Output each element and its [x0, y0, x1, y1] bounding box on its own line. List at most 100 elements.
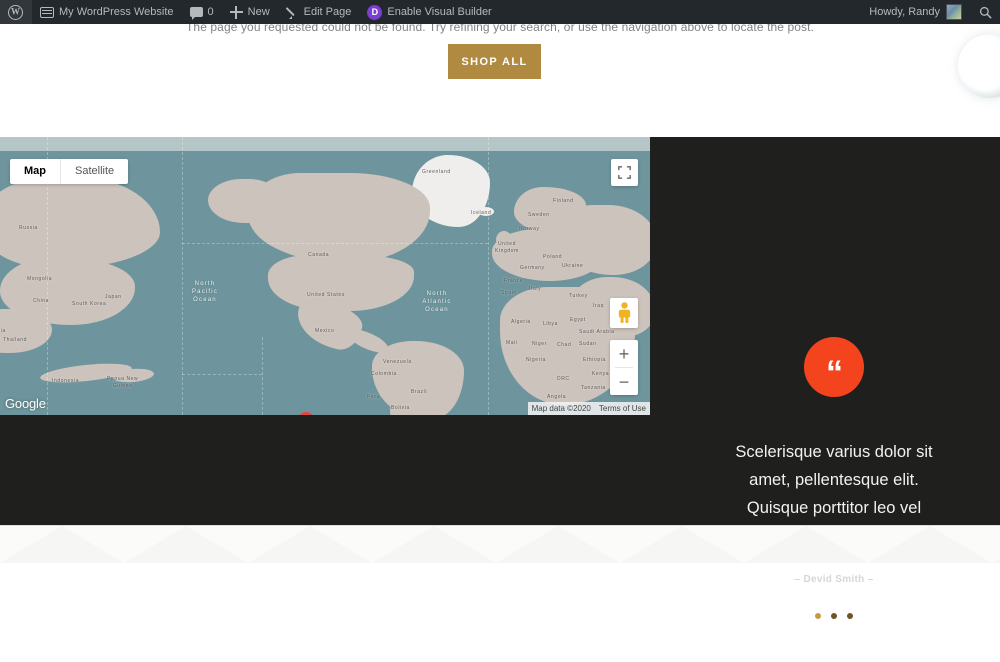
map-country-label: Saudi Arabia — [579, 329, 615, 335]
new-label: New — [247, 6, 270, 18]
site-name-label: My WordPress Website — [59, 6, 174, 18]
map-grid-line — [488, 137, 489, 415]
map-country-label: Nigeria — [526, 357, 547, 363]
map-country-label: Chad — [557, 342, 572, 348]
landmass-usa — [268, 255, 414, 311]
map-country-label: Niger — [532, 341, 547, 347]
map-country-label: Sudan — [579, 341, 597, 347]
map-country-label: Algeria — [511, 319, 531, 325]
landmass-alaska — [208, 179, 278, 223]
map-country-label: Germany — [520, 265, 545, 271]
not-found-message: The page you requested could not be foun… — [186, 24, 814, 34]
divider-triangle — [558, 526, 682, 563]
my-account-menu[interactable]: Howdy, Randy — [861, 0, 970, 24]
map-grid-line — [182, 374, 262, 375]
admin-bar-search-button[interactable] — [970, 0, 1000, 24]
street-view-pegman-button[interactable] — [610, 298, 638, 328]
map-country-label: Venezuela — [383, 359, 412, 365]
map-zoom-out-button[interactable]: − — [610, 368, 638, 395]
map-country-label: Spain — [501, 290, 517, 296]
map-country-label: Colombia — [371, 371, 397, 377]
testimonial-pagination[interactable] — [815, 613, 853, 619]
admin-bar-right-group: Howdy, Randy — [861, 0, 1000, 24]
map-country-label: Greenland — [422, 169, 451, 175]
map-country-label: Tanzania — [581, 385, 606, 391]
new-content-menu[interactable]: New — [222, 0, 278, 24]
map-country-label: Brazil — [411, 389, 428, 395]
map-country-label: Ethiopia — [583, 357, 606, 363]
map-type-map-button[interactable]: Map — [10, 159, 60, 184]
map-zoom-in-button[interactable]: + — [610, 340, 638, 367]
map-marker-icon[interactable] — [298, 412, 314, 415]
enable-visual-builder-link[interactable]: D Enable Visual Builder — [359, 0, 499, 24]
quote-icon-badge: “ — [804, 337, 864, 397]
wordpress-logo-icon — [8, 4, 23, 20]
decorative-circle — [958, 34, 1000, 98]
map-country-label: South Korea — [72, 301, 107, 307]
map-country-label: United States — [307, 292, 345, 298]
map-country-label: Peru — [367, 394, 380, 400]
comment-count-label: 0 — [207, 6, 214, 18]
map-type-control[interactable]: Map Satellite — [10, 159, 129, 184]
comment-bubble-icon — [189, 7, 203, 20]
map-country-label: Kenya — [592, 371, 610, 377]
testimonial-author: – Devid Smith – — [794, 574, 874, 585]
map-grid-line — [182, 243, 488, 244]
testimonial-dot[interactable] — [847, 613, 853, 619]
search-icon — [979, 6, 991, 18]
map-country-label: Mali — [506, 340, 518, 346]
map-country-label: Finland — [553, 198, 574, 204]
landmass-canada — [248, 173, 430, 263]
map-country-label: Libya — [543, 321, 558, 327]
divider-triangle — [0, 526, 62, 563]
map-attribution-bar: Map data ©2020 Terms of Use — [527, 402, 650, 415]
map-country-label: Norway — [519, 226, 540, 232]
page-content-top: The page you requested could not be foun… — [0, 24, 1000, 137]
edit-page-link[interactable]: Edit Page — [278, 0, 360, 24]
divider-triangle — [806, 526, 930, 563]
pencil-icon — [286, 6, 299, 19]
map-country-label: Egypt — [570, 317, 586, 323]
map-country-label: Thailand — [3, 337, 27, 343]
testimonial-dot[interactable] — [831, 613, 837, 619]
map-country-label: India — [0, 328, 6, 334]
map-country-label: Turkey — [569, 293, 588, 299]
avatar — [946, 4, 962, 20]
visual-builder-label: Enable Visual Builder — [387, 6, 492, 18]
shop-all-button[interactable]: SHOP ALL — [448, 44, 541, 79]
comments-menu[interactable]: 0 — [182, 0, 222, 24]
map-country-label: Mongolia — [27, 276, 53, 282]
divi-logo-icon: D — [367, 4, 383, 20]
landmass-arctic-top — [0, 137, 650, 151]
site-name-menu[interactable]: My WordPress Website — [32, 0, 182, 24]
map-zoom-control[interactable]: + − — [610, 340, 638, 395]
howdy-label: Howdy, Randy — [869, 6, 940, 18]
divider-triangle — [434, 526, 558, 563]
map-type-satellite-button[interactable]: Satellite — [61, 159, 128, 184]
testimonial-dot[interactable] — [815, 613, 821, 619]
map-country-label: DRC — [557, 376, 570, 382]
map-ocean-label: North Pacific Ocean — [191, 281, 219, 303]
map-country-label: Bolivia — [391, 405, 410, 411]
divider-triangle — [682, 526, 806, 563]
quote-mark-icon: “ — [826, 354, 843, 392]
map-data-attribution: Map data ©2020 — [527, 402, 595, 415]
map-grid-line — [262, 337, 263, 415]
map-country-label: Italy — [529, 286, 542, 292]
map-fullscreen-button[interactable] — [611, 159, 638, 186]
map-country-label: Indonesia — [52, 378, 80, 384]
dark-section: Greenland Iceland Finland Sweden Norway Unite… — [0, 137, 1000, 619]
google-logo: Google — [5, 396, 46, 411]
wp-logo-menu[interactable] — [0, 0, 32, 24]
plus-icon — [229, 5, 243, 19]
divider-triangle — [930, 526, 1000, 563]
map-country-label: China — [33, 298, 50, 304]
google-map[interactable]: Greenland Iceland Finland Sweden Norway Unite… — [0, 137, 650, 415]
map-country-label: United Kingdom — [495, 241, 519, 254]
map-country-label: Mexico — [315, 328, 335, 334]
divider-triangle — [310, 526, 434, 563]
map-country-label: Sweden — [528, 212, 550, 218]
testimonial-slider: “ Scelerisque varius dolor sit amet, pel… — [678, 274, 990, 662]
street-view-pegman-icon — [618, 302, 630, 323]
map-terms-of-use-link[interactable]: Terms of Use — [594, 402, 650, 415]
